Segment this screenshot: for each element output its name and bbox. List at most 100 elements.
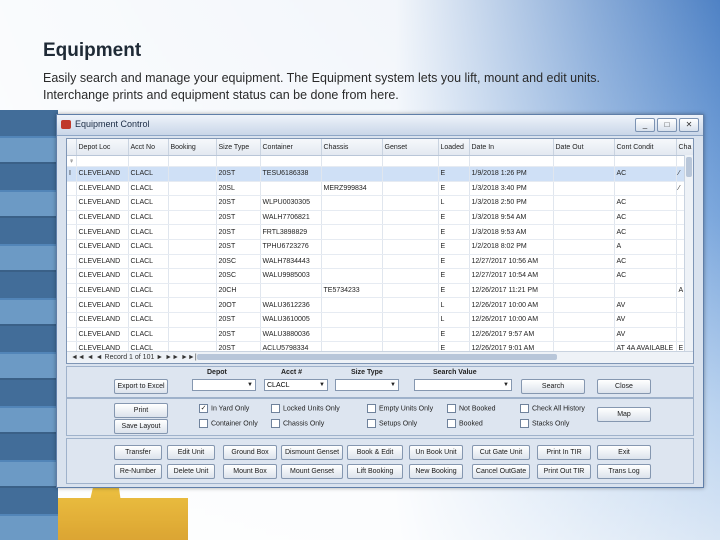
column-header[interactable]: Acct No [128, 139, 169, 156]
table-row[interactable]: CLEVELAND CLACL 20ST WALH7706821 E 1/3/2018 9… [67, 210, 693, 226]
table-cell[interactable] [614, 283, 677, 299]
table-cell[interactable] [168, 239, 217, 255]
table-cell[interactable] [321, 254, 383, 270]
table-cell[interactable] [67, 254, 77, 270]
mount-box-button[interactable]: Mount Box [223, 464, 277, 479]
table-cell[interactable] [382, 312, 439, 328]
table-cell[interactable]: CLACL [128, 327, 169, 343]
table-cell[interactable]: CLEVELAND [76, 224, 129, 240]
table-cell[interactable] [67, 181, 77, 197]
table-cell[interactable] [67, 297, 77, 313]
table-cell[interactable]: I [67, 166, 77, 182]
table-cell[interactable] [321, 312, 383, 328]
table-cell[interactable] [168, 268, 217, 284]
table-cell[interactable] [553, 224, 615, 240]
table-cell[interactable] [553, 297, 615, 313]
un-book-unit-button[interactable]: Un Book Unit [409, 445, 463, 460]
table-row[interactable]: CLEVELAND CLACL 20SC WALU9985003 E 12/27/2017… [67, 268, 693, 284]
container-only-checkbox[interactable]: Container Only [199, 419, 258, 428]
table-cell[interactable]: AC [614, 195, 677, 211]
window-titlebar[interactable]: Equipment Control _ □ ✕ [57, 115, 703, 136]
table-cell[interactable] [168, 166, 217, 182]
table-cell[interactable]: 1/2/2018 8:02 PM [469, 239, 554, 255]
table-cell[interactable]: CLACL [128, 224, 169, 240]
transfer-button[interactable]: Transfer [114, 445, 162, 460]
table-cell[interactable]: CLEVELAND [76, 297, 129, 313]
mount-genset-button[interactable]: Mount Genset [281, 464, 343, 479]
column-header[interactable]: Date Out [553, 139, 615, 156]
table-cell[interactable] [67, 224, 77, 240]
table-cell[interactable]: CLACL [128, 181, 169, 197]
table-cell[interactable]: E [438, 181, 470, 197]
table-row[interactable]: CLEVELAND CLACL 20SL MERZ999834 E 1/3/2018 3:… [67, 181, 693, 197]
filter-cell[interactable] [260, 155, 322, 167]
table-cell[interactable]: CLACL [128, 195, 169, 211]
table-cell[interactable] [382, 195, 439, 211]
table-cell[interactable]: WALU9985003 [260, 268, 322, 284]
table-cell[interactable]: 12/27/2017 10:56 AM [469, 254, 554, 270]
column-header[interactable]: Container [260, 139, 322, 156]
table-cell[interactable]: 20OT [216, 297, 261, 313]
dismount-genset-button[interactable]: Dismount Genset [281, 445, 343, 460]
table-cell[interactable]: 12/26/2017 10:00 AM [469, 297, 554, 313]
table-cell[interactable] [553, 283, 615, 299]
booked-checkbox[interactable]: Booked [447, 419, 483, 428]
filter-row[interactable]: ♀ [67, 155, 693, 167]
table-cell[interactable] [321, 224, 383, 240]
column-header[interactable]: Date In [469, 139, 554, 156]
table-cell[interactable] [382, 254, 439, 270]
table-cell[interactable]: AC [614, 210, 677, 226]
table-cell[interactable]: WALH7706821 [260, 210, 322, 226]
vertical-scrollbar[interactable] [684, 155, 693, 351]
table-cell[interactable] [382, 283, 439, 299]
table-row[interactable]: CLEVELAND CLACL 20ST WALU3880036 E 12/26/2017… [67, 327, 693, 343]
column-header[interactable]: Chassis [321, 139, 383, 156]
table-cell[interactable]: 20ST [216, 312, 261, 328]
table-cell[interactable]: L [438, 297, 470, 313]
table-cell[interactable] [382, 166, 439, 182]
table-cell[interactable] [553, 327, 615, 343]
table-cell[interactable]: CLEVELAND [76, 268, 129, 284]
table-cell[interactable] [67, 268, 77, 284]
table-cell[interactable] [67, 312, 77, 328]
table-cell[interactable] [321, 166, 383, 182]
table-cell[interactable]: CLEVELAND [76, 254, 129, 270]
table-row[interactable]: I CLEVELAND CLACL 20ST TESU6186338 E 1/9/2018 … [67, 166, 693, 182]
table-cell[interactable]: 20ST [216, 210, 261, 226]
table-cell[interactable]: AC [614, 224, 677, 240]
table-cell[interactable]: AC [614, 268, 677, 284]
exit-button[interactable]: Exit [597, 445, 651, 460]
table-cell[interactable]: WALU3612236 [260, 297, 322, 313]
table-cell[interactable]: WALH7834443 [260, 254, 322, 270]
table-cell[interactable]: E [438, 254, 470, 270]
table-cell[interactable]: 20CH [216, 283, 261, 299]
table-cell[interactable] [321, 327, 383, 343]
table-cell[interactable] [553, 254, 615, 270]
column-header[interactable]: Loaded [438, 139, 470, 156]
table-cell[interactable] [614, 181, 677, 197]
table-cell[interactable]: CLACL [128, 210, 169, 226]
filter-icon[interactable]: ♀ [67, 155, 77, 167]
not-booked-checkbox[interactable]: Not Booked [447, 404, 496, 413]
table-cell[interactable] [553, 268, 615, 284]
table-cell[interactable] [168, 283, 217, 299]
delete-unit-button[interactable]: Delete Unit [167, 464, 215, 479]
table-cell[interactable]: AV [614, 312, 677, 328]
table-cell[interactable] [553, 166, 615, 182]
table-cell[interactable]: TE5734233 [321, 283, 383, 299]
table-row[interactable]: CLEVELAND CLACL 20CH TE5734233 E 12/26/2017 1… [67, 283, 693, 299]
table-cell[interactable] [553, 195, 615, 211]
table-row[interactable]: CLEVELAND CLACL 20ST TPHU6723276 E 1/2/2018 8… [67, 239, 693, 255]
close-window-button[interactable]: ✕ [679, 118, 699, 132]
record-navigator-text[interactable]: ◄◄ ◄ ◄ Record 1 of 101 ► ►► ►►| ◄ [71, 352, 206, 363]
table-cell[interactable]: TPHU6723276 [260, 239, 322, 255]
table-cell[interactable]: CLACL [128, 312, 169, 328]
export-to-excel-button[interactable]: Export to Excel [114, 379, 168, 394]
table-cell[interactable]: CLEVELAND [76, 327, 129, 343]
table-cell[interactable] [168, 224, 217, 240]
table-cell[interactable]: AC [614, 254, 677, 270]
print-out-tir-button[interactable]: Print Out TIR [537, 464, 591, 479]
column-header[interactable]: Genset [382, 139, 439, 156]
table-cell[interactable]: L [438, 312, 470, 328]
table-cell[interactable] [553, 239, 615, 255]
